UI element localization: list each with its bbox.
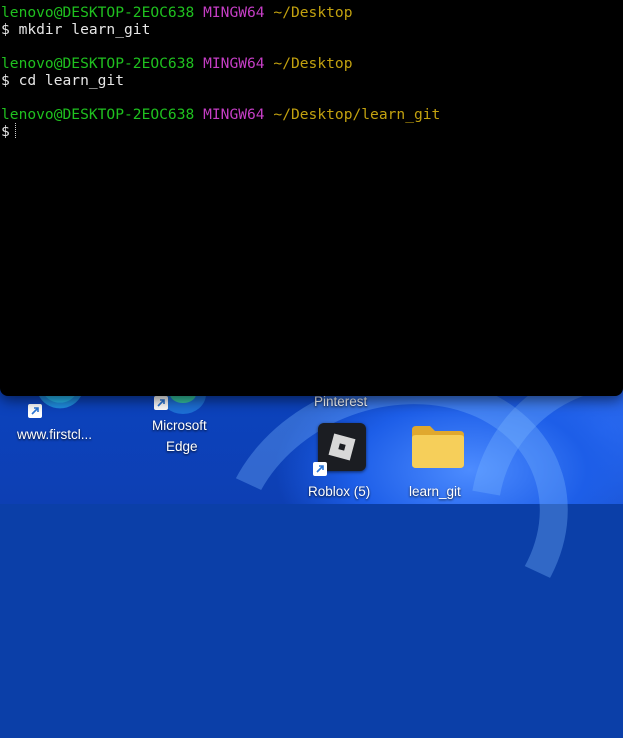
desktop-icon-label: www.firstcl... [17,427,93,442]
shortcut-arrow-icon [28,404,42,418]
command-line: $ mkdir learn_git [1,21,151,38]
folder-icon [412,426,464,468]
prompt-shell: MINGW64 [203,106,265,123]
desktop-icon-label: Edge [166,439,198,454]
prompt-path: ~/Desktop [273,55,353,72]
prompt-line: lenovo@DESKTOP-2EOC638 MINGW64 ~/Desktop [1,4,352,21]
prompt-line: lenovo@DESKTOP-2EOC638 MINGW64 ~/Desktop [1,55,352,72]
desktop-icon-label: Microsoft [152,418,207,433]
desktop-icon-label: Roblox (5) [308,484,371,499]
prompt-user: lenovo@DESKTOP-2EOC638 [1,55,195,72]
terminal-window[interactable]: lenovo@DESKTOP-2EOC638 MINGW64 ~/Desktop… [0,0,623,396]
prompt-path: ~/Desktop/learn_git [273,106,441,123]
prompt-user: lenovo@DESKTOP-2EOC638 [1,4,195,21]
command-line: $ cd learn_git [1,72,125,89]
input-line[interactable]: $ [1,123,16,140]
prompt-shell: MINGW64 [203,4,265,21]
prompt-line: lenovo@DESKTOP-2EOC638 MINGW64 ~/Desktop… [1,106,440,123]
shortcut-arrow-icon [154,396,168,410]
prompt-user: lenovo@DESKTOP-2EOC638 [1,106,195,123]
prompt-symbol: $ [1,123,10,140]
shortcut-arrow-icon [313,462,327,476]
prompt-path: ~/Desktop [273,4,353,21]
prompt-shell: MINGW64 [203,55,265,72]
desktop-icon-label: learn_git [409,484,461,499]
text-cursor [14,123,16,138]
